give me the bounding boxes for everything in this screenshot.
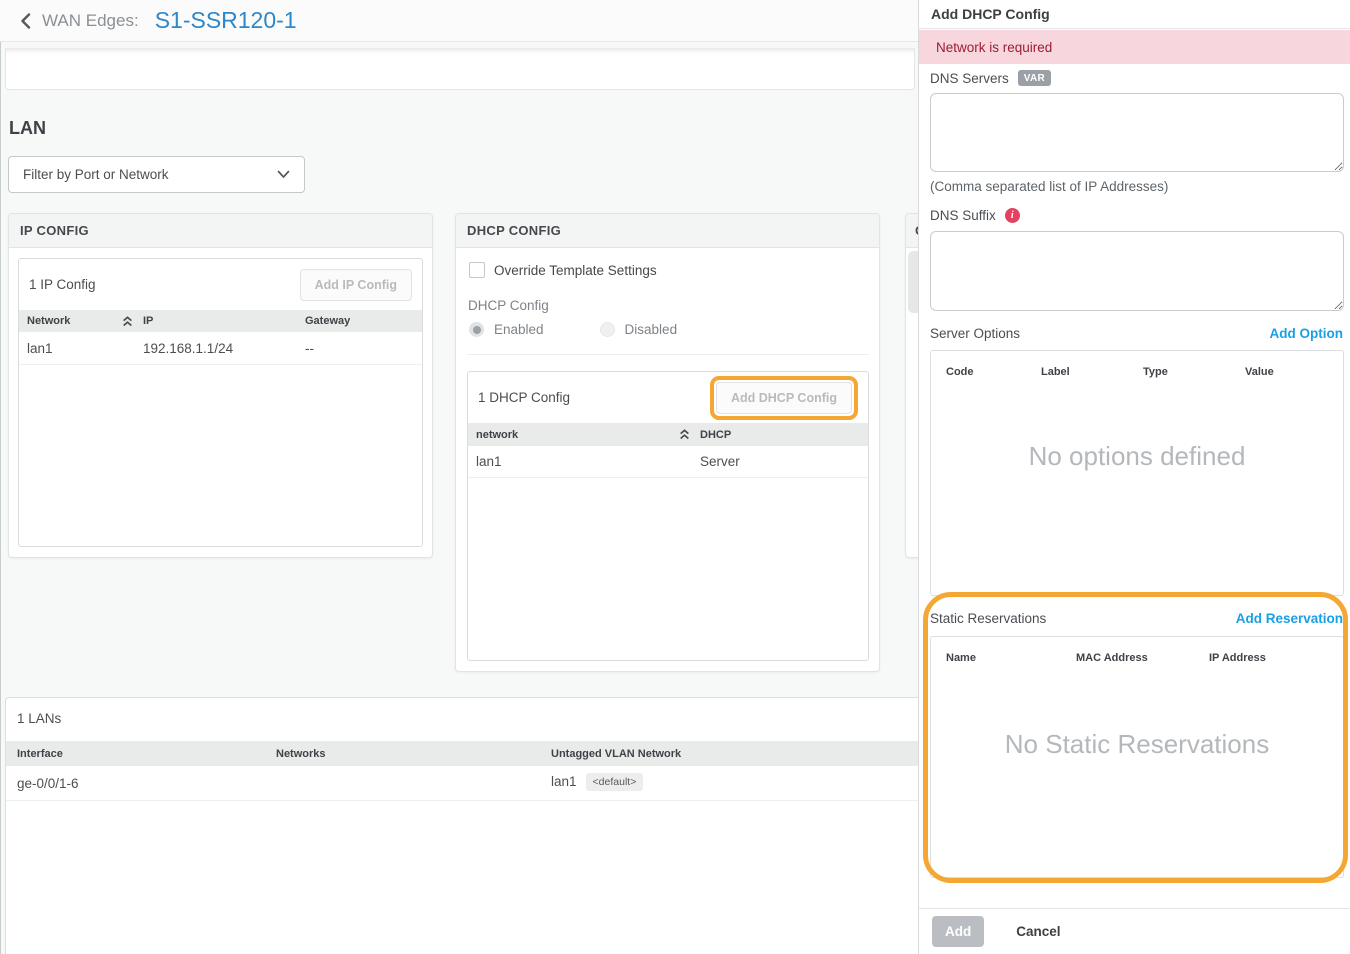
lans-table-header: Interface Networks Untagged VLAN Network — [6, 741, 918, 766]
side-panel-title: Add DHCP Config — [919, 0, 1350, 29]
options-col-code: Code — [946, 366, 1041, 378]
page-header: WAN Edges: S1-SSR120-1 — [0, 0, 918, 42]
reservations-col-ip: IP Address — [1209, 652, 1328, 664]
cancel-button[interactable]: Cancel — [1016, 924, 1060, 939]
var-badge: VAR — [1018, 70, 1051, 86]
options-col-value: Value — [1245, 366, 1328, 378]
back-chevron-icon[interactable] — [14, 10, 36, 32]
lans-table-card: 1 LANs Interface Networks Untagged VLAN … — [5, 697, 918, 954]
table-row[interactable]: ge-0/0/1-6 lan1<default> — [6, 766, 918, 801]
table-row[interactable]: lan1 Server — [468, 446, 868, 478]
add-dhcp-config-button[interactable]: Add DHCP Config — [716, 382, 852, 414]
default-badge: <default> — [586, 773, 644, 791]
ip-row-gateway: -- — [305, 341, 422, 356]
dhcp-col-dhcp[interactable]: DHCP — [694, 429, 868, 441]
lans-col-interface[interactable]: Interface — [17, 748, 276, 760]
reservations-col-name: Name — [946, 652, 1076, 664]
add-button[interactable]: Add — [932, 916, 984, 947]
dns-servers-note: (Comma separated list of IP Addresses) — [930, 179, 1168, 194]
dhcp-config-group-label: DHCP Config — [468, 298, 549, 313]
server-options-label: Server Options — [930, 326, 1020, 341]
ip-config-count: 1 IP Config — [29, 277, 96, 292]
dhcp-table-header: network DHCP — [468, 423, 868, 446]
dhcp-config-subcard: 1 DHCP Config Add DHCP Config network DH… — [467, 371, 869, 661]
clipped-panel-header: G — [906, 214, 918, 248]
add-reservation-link[interactable]: Add Reservation — [1236, 611, 1343, 626]
validation-error-banner: Network is required — [919, 30, 1350, 64]
dhcp-enabled-radio[interactable] — [469, 322, 484, 337]
breadcrumb[interactable]: WAN Edges: — [42, 11, 139, 31]
add-ip-config-button[interactable]: Add IP Config — [300, 269, 412, 301]
dhcp-row-dhcp: Server — [694, 454, 868, 469]
dhcp-disabled-label: Disabled — [625, 322, 678, 337]
server-options-header: Code Label Type Value — [931, 351, 1343, 386]
dns-servers-label: DNS Servers — [930, 71, 1009, 86]
options-col-type: Type — [1143, 366, 1245, 378]
no-options-empty-state: No options defined — [931, 441, 1343, 472]
lans-col-untagged[interactable]: Untagged VLAN Network — [551, 748, 918, 760]
dhcp-row-network: lan1 — [476, 454, 694, 469]
wan-edge-config-page: WAN Edges: S1-SSR120-1 LAN Filter by Por… — [0, 0, 1350, 954]
dhcp-config-panel-header: DHCP CONFIG — [456, 214, 879, 248]
static-reservations-table: Name MAC Address IP Address No Static Re… — [930, 636, 1344, 878]
static-reservations-label: Static Reservations — [930, 611, 1046, 626]
ip-row-network: lan1 — [27, 341, 137, 356]
add-option-link[interactable]: Add Option — [1270, 326, 1343, 341]
dns-suffix-label: DNS Suffix — [930, 208, 996, 223]
static-reservations-header: Name MAC Address IP Address — [931, 637, 1343, 672]
chevron-down-icon — [277, 167, 290, 182]
add-dhcp-config-panel: Add DHCP Config Network is required DNS … — [918, 0, 1350, 954]
no-reservations-empty-state: No Static Reservations — [931, 729, 1343, 760]
ip-config-subcard: 1 IP Config Add IP Config Network IP Gat… — [18, 258, 423, 547]
table-row[interactable]: lan1 192.168.1.1/24 -- — [19, 332, 422, 365]
clipped-panel-content — [908, 251, 918, 313]
override-template-label: Override Template Settings — [494, 263, 657, 278]
clipped-config-panel: G — [905, 213, 918, 558]
page-title: S1-SSR120-1 — [155, 7, 297, 34]
options-col-label: Label — [1041, 366, 1143, 378]
lan-section-heading: LAN — [9, 118, 46, 139]
ip-config-panel: IP CONFIG 1 IP Config Add IP Config Netw… — [8, 213, 433, 558]
sort-ascending-icon — [679, 429, 690, 440]
dhcp-col-network[interactable]: network — [476, 429, 694, 441]
lans-col-networks[interactable]: Networks — [276, 748, 551, 760]
info-icon[interactable]: i — [1005, 208, 1020, 223]
scrolled-card-remnant — [5, 48, 915, 90]
ip-config-col-network[interactable]: Network — [27, 315, 137, 327]
ip-row-ip: 192.168.1.1/24 — [137, 341, 305, 356]
ip-config-panel-header: IP CONFIG — [9, 214, 432, 248]
sort-ascending-icon — [122, 316, 133, 327]
dns-servers-textarea[interactable] — [930, 93, 1344, 172]
filter-select-label: Filter by Port or Network — [23, 167, 169, 182]
dhcp-config-count: 1 DHCP Config — [478, 390, 570, 405]
dns-suffix-textarea[interactable] — [930, 231, 1344, 311]
server-options-table: Code Label Type Value No options defined — [930, 350, 1344, 596]
lans-row-untagged: lan1<default> — [551, 774, 918, 792]
lans-row-interface: ge-0/0/1-6 — [17, 776, 276, 791]
side-panel-footer: Add Cancel — [919, 908, 1350, 954]
ip-config-table-header: Network IP Gateway — [19, 310, 422, 332]
ip-config-col-gateway[interactable]: Gateway — [305, 315, 422, 327]
dhcp-enabled-label: Enabled — [494, 322, 544, 337]
override-template-checkbox[interactable] — [469, 262, 485, 278]
filter-port-network-select[interactable]: Filter by Port or Network — [8, 156, 305, 193]
dhcp-disabled-radio[interactable] — [600, 322, 615, 337]
dhcp-config-panel: DHCP CONFIG Override Template Settings D… — [455, 213, 880, 672]
annotation-highlight-ring: Add DHCP Config — [710, 376, 858, 420]
divider — [467, 354, 869, 355]
lans-count: 1 LANs — [17, 711, 61, 726]
reservations-col-mac: MAC Address — [1076, 652, 1209, 664]
ip-config-col-ip[interactable]: IP — [137, 315, 305, 327]
